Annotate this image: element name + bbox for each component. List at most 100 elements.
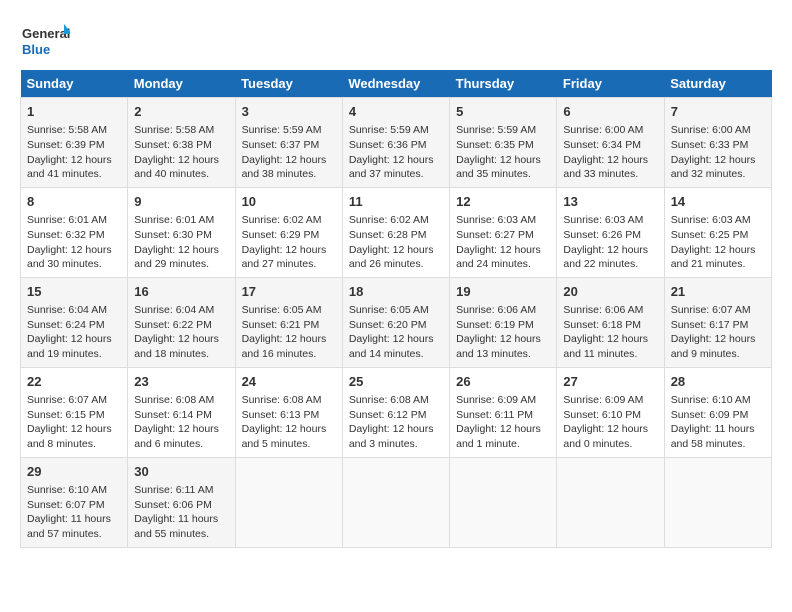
header-day-tuesday: Tuesday — [235, 70, 342, 98]
calendar-cell: 13Sunrise: 6:03 AMSunset: 6:26 PMDayligh… — [557, 187, 664, 277]
daylight-label: Daylight: 12 hours and 33 minutes. — [563, 154, 648, 181]
sunrise-text: Sunrise: 5:59 AM — [456, 124, 536, 136]
calendar-cell: 1Sunrise: 5:58 AMSunset: 6:39 PMDaylight… — [21, 98, 128, 188]
sunrise-text: Sunrise: 6:07 AM — [27, 394, 107, 406]
day-number: 29 — [27, 463, 121, 481]
calendar-cell: 26 Sunrise: 6:09 AM Sunset: 6:11 PM Dayligh… — [450, 367, 557, 457]
calendar-cell: 2Sunrise: 5:58 AMSunset: 6:38 PMDaylight… — [128, 98, 235, 188]
calendar-cell: 29Sunrise: 6:10 AMSunset: 6:07 PMDayligh… — [21, 457, 128, 547]
daylight-label: Daylight: 12 hours and 3 minutes. — [349, 423, 434, 450]
sunset-text: Sunset: 6:30 PM — [134, 229, 212, 241]
day-number: 1 — [27, 103, 121, 121]
sunset-text: Sunset: 6:26 PM — [563, 229, 641, 241]
header-day-wednesday: Wednesday — [342, 70, 449, 98]
calendar-cell — [342, 457, 449, 547]
sunset-text: Sunset: 6:21 PM — [242, 319, 320, 331]
sunset-text: Sunset: 6:37 PM — [242, 139, 320, 151]
sunrise-text: Sunrise: 6:03 AM — [671, 214, 751, 226]
day-number: 28 — [671, 373, 765, 391]
sunset-text: Sunset: 6:10 PM — [563, 409, 641, 421]
day-number: 22 — [27, 373, 121, 391]
calendar-week-row: 8 Sunrise: 6:01 AM Sunset: 6:32 PM Daylight… — [21, 187, 772, 277]
daylight-label: Daylight: 12 hours and 30 minutes. — [27, 244, 112, 271]
sunset-text: Sunset: 6:17 PM — [671, 319, 749, 331]
sunrise-text: Sunrise: 6:05 AM — [349, 304, 429, 316]
sunrise-text: Sunrise: 6:03 AM — [563, 214, 643, 226]
day-number: 12 — [456, 193, 550, 211]
day-number: 30 — [134, 463, 228, 481]
sunrise-text: Sunrise: 6:00 AM — [671, 124, 751, 136]
calendar-cell: 20Sunrise: 6:06 AMSunset: 6:18 PMDayligh… — [557, 277, 664, 367]
sunrise-text: Sunrise: 6:04 AM — [27, 304, 107, 316]
sunset-text: Sunset: 6:32 PM — [27, 229, 105, 241]
calendar-week-row: 29Sunrise: 6:10 AMSunset: 6:07 PMDayligh… — [21, 457, 772, 547]
day-number: 25 — [349, 373, 443, 391]
calendar-cell: 9 Sunrise: 6:01 AM Sunset: 6:30 PM Daylight… — [128, 187, 235, 277]
calendar-cell: 16Sunrise: 6:04 AMSunset: 6:22 PMDayligh… — [128, 277, 235, 367]
daylight-label: Daylight: 12 hours and 16 minutes. — [242, 333, 327, 360]
header-day-sunday: Sunday — [21, 70, 128, 98]
daylight-label: Daylight: 12 hours and 29 minutes. — [134, 244, 219, 271]
calendar-cell: 6Sunrise: 6:00 AMSunset: 6:34 PMDaylight… — [557, 98, 664, 188]
calendar-cell: 4Sunrise: 5:59 AMSunset: 6:36 PMDaylight… — [342, 98, 449, 188]
day-number: 5 — [456, 103, 550, 121]
calendar-week-row: 22Sunrise: 6:07 AMSunset: 6:15 PMDayligh… — [21, 367, 772, 457]
sunset-text: Sunset: 6:28 PM — [349, 229, 427, 241]
daylight-label: Daylight: 11 hours and 55 minutes. — [134, 513, 218, 540]
day-number: 27 — [563, 373, 657, 391]
sunset-text: Sunset: 6:19 PM — [456, 319, 534, 331]
daylight-label: Daylight: 12 hours and 38 minutes. — [242, 154, 327, 181]
calendar-cell — [557, 457, 664, 547]
header-day-saturday: Saturday — [664, 70, 771, 98]
sunset-text: Sunset: 6:25 PM — [671, 229, 749, 241]
sunrise-text: Sunrise: 6:10 AM — [671, 394, 751, 406]
daylight-label: Daylight: 12 hours and 8 minutes. — [27, 423, 112, 450]
sunrise-text: Sunrise: 6:09 AM — [563, 394, 643, 406]
day-number: 8 — [27, 193, 121, 211]
sunrise-text: Sunrise: 6:03 AM — [456, 214, 536, 226]
header-day-monday: Monday — [128, 70, 235, 98]
daylight-label: Daylight: 12 hours and 6 minutes. — [134, 423, 219, 450]
sunrise-text: Sunrise: 6:06 AM — [456, 304, 536, 316]
sunrise-text: Sunrise: 6:10 AM — [27, 484, 107, 496]
daylight-label: Daylight: 11 hours and 58 minutes. — [671, 423, 755, 450]
calendar-cell: 27 Sunrise: 6:09 AM Sunset: 6:10 PM Dayligh… — [557, 367, 664, 457]
sunset-text: Sunset: 6:36 PM — [349, 139, 427, 151]
daylight-label: Daylight: 12 hours and 5 minutes. — [242, 423, 327, 450]
calendar-table: SundayMondayTuesdayWednesdayThursdayFrid… — [20, 70, 772, 548]
daylight-label: Daylight: 12 hours and 9 minutes. — [671, 333, 756, 360]
day-number: 9 — [134, 193, 228, 211]
calendar-cell: 14Sunrise: 6:03 AMSunset: 6:25 PMDayligh… — [664, 187, 771, 277]
day-number: 13 — [563, 193, 657, 211]
calendar-cell: 23Sunrise: 6:08 AMSunset: 6:14 PMDayligh… — [128, 367, 235, 457]
sunrise-text: Sunrise: 5:58 AM — [27, 124, 107, 136]
day-number: 26 — [456, 373, 550, 391]
sunset-text: Sunset: 6:27 PM — [456, 229, 534, 241]
sunrise-text: Sunrise: 6:09 AM — [456, 394, 536, 406]
sunset-text: Sunset: 6:29 PM — [242, 229, 320, 241]
daylight-label: Daylight: 12 hours and 1 minute. — [456, 423, 541, 450]
svg-text:General: General — [22, 26, 70, 41]
calendar-cell: 25 Sunrise: 6:08 AM Sunset: 6:12 PM Dayligh… — [342, 367, 449, 457]
daylight-label: Daylight: 12 hours and 21 minutes. — [671, 244, 756, 271]
calendar-cell — [664, 457, 771, 547]
calendar-cell: 12Sunrise: 6:03 AMSunset: 6:27 PMDayligh… — [450, 187, 557, 277]
sunset-text: Sunset: 6:11 PM — [456, 409, 533, 421]
day-number: 4 — [349, 103, 443, 121]
daylight-label: Daylight: 12 hours and 0 minutes. — [563, 423, 648, 450]
calendar-week-row: 1Sunrise: 5:58 AMSunset: 6:39 PMDaylight… — [21, 98, 772, 188]
logo: General Blue — [20, 20, 70, 60]
daylight-label: Daylight: 12 hours and 19 minutes. — [27, 333, 112, 360]
day-number: 19 — [456, 283, 550, 301]
daylight-label: Daylight: 12 hours and 40 minutes. — [134, 154, 219, 181]
sunrise-text: Sunrise: 6:06 AM — [563, 304, 643, 316]
daylight-label: Daylight: 12 hours and 26 minutes. — [349, 244, 434, 271]
sunset-text: Sunset: 6:12 PM — [349, 409, 427, 421]
sunrise-text: Sunrise: 6:08 AM — [349, 394, 429, 406]
daylight-label: Daylight: 12 hours and 18 minutes. — [134, 333, 219, 360]
sunset-text: Sunset: 6:38 PM — [134, 139, 212, 151]
calendar-cell: 3Sunrise: 5:59 AMSunset: 6:37 PMDaylight… — [235, 98, 342, 188]
daylight-label: Daylight: 11 hours and 57 minutes. — [27, 513, 111, 540]
day-number: 21 — [671, 283, 765, 301]
sunrise-text: Sunrise: 6:01 AM — [134, 214, 214, 226]
